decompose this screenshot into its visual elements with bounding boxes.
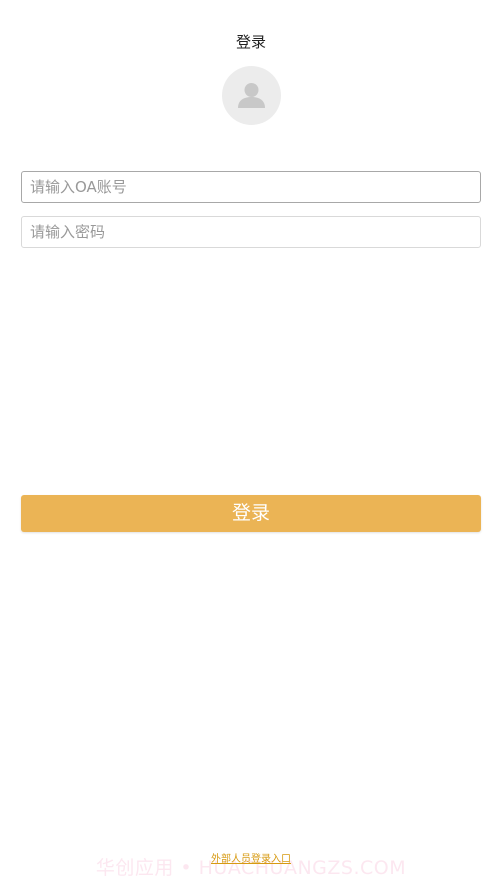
user-avatar-icon	[238, 83, 265, 108]
page-title: 登录	[235, 33, 266, 51]
account-input[interactable]	[21, 171, 481, 203]
avatar	[222, 66, 281, 125]
login-page: 登录 登录 华创应用 • HUACHUANGZS.COM 外部人员登录入口	[0, 0, 502, 890]
external-login-link-container: 外部人员登录入口	[0, 853, 502, 867]
login-button[interactable]: 登录	[21, 495, 481, 532]
external-login-link[interactable]: 外部人员登录入口	[211, 854, 291, 865]
password-input[interactable]	[21, 216, 481, 248]
